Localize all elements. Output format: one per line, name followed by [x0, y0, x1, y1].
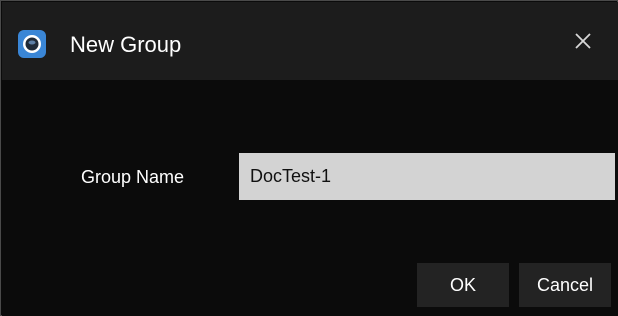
- dialog-title: New Group: [70, 32, 182, 57]
- close-icon[interactable]: [568, 26, 600, 58]
- cancel-button[interactable]: Cancel: [519, 263, 611, 307]
- group-name-label: Group Name: [81, 167, 185, 187]
- group-name-input[interactable]: [239, 153, 615, 200]
- new-group-dialog: New Group Group Name OK Cancel: [0, 0, 618, 316]
- camera-lens-icon: [18, 30, 46, 58]
- ok-button[interactable]: OK: [417, 263, 509, 307]
- title-bar: New Group: [2, 2, 618, 80]
